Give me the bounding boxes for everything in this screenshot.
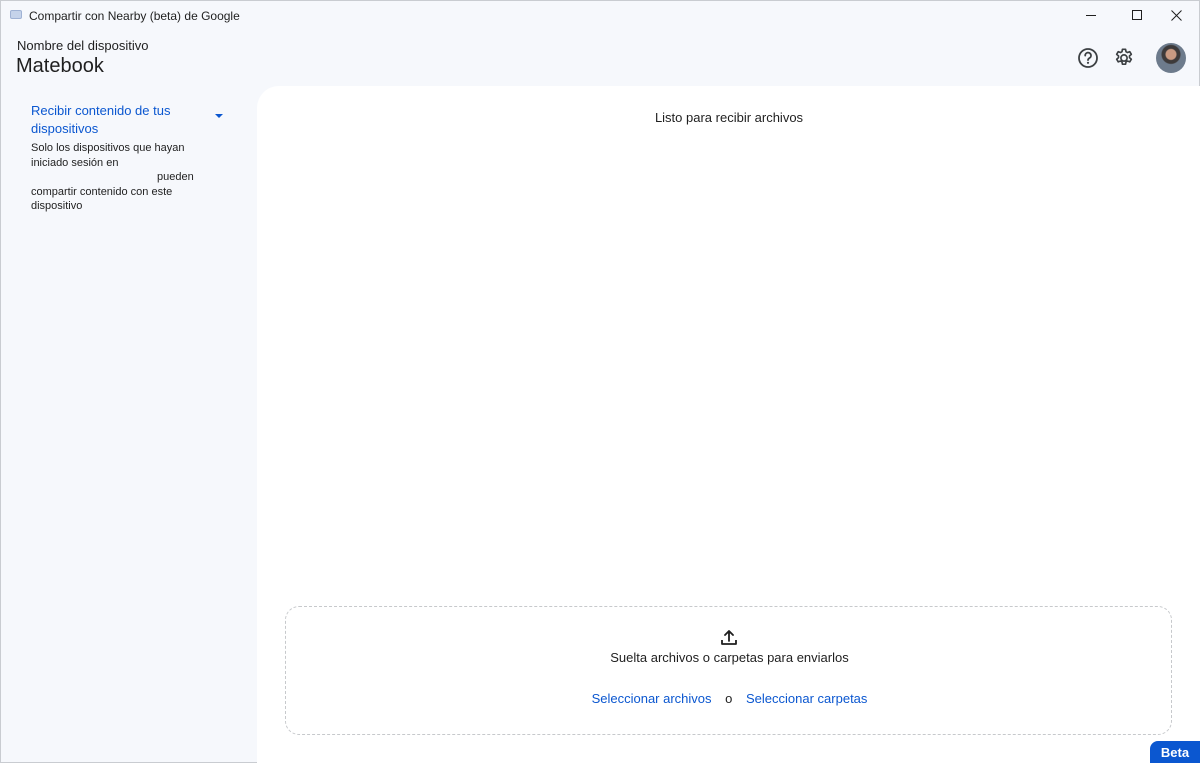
dropzone-instructions: Suelta archivos o carpetas para enviarlo… [610,650,849,665]
upload-icon [719,627,739,647]
dropzone-actions: Seleccionar archivos o Seleccionar carpe… [286,691,1173,706]
description-line: compartir contenido con este [31,185,173,198]
maximize-icon [1132,10,1142,20]
beta-badge[interactable]: Beta [1150,741,1200,763]
device-name-label: Nombre del dispositivo [17,38,149,53]
app-icon [10,10,22,19]
description-line: Solo los dispositivos que hayan [31,142,185,154]
app-window: Compartir con Nearby (beta) de Google No… [0,0,1200,763]
main-panel: Listo para recibir archivos Suelta archi… [257,86,1200,763]
gear-icon [1115,48,1133,66]
select-folders-link[interactable]: Seleccionar carpetas [746,691,867,706]
avatar[interactable] [1156,43,1186,73]
device-name[interactable]: Matebook [16,55,104,78]
or-separator: o [725,691,733,706]
file-dropzone[interactable]: Suelta archivos o carpetas para enviarlo… [285,606,1172,735]
description-line: iniciado sesión en [31,156,119,169]
chevron-down-icon[interactable] [215,114,223,118]
settings-button[interactable] [1112,46,1136,70]
title-bar[interactable]: Compartir con Nearby (beta) de Google [1,1,1199,29]
description-line: pueden [157,171,194,184]
window-title: Compartir con Nearby (beta) de Google [29,9,240,23]
close-button[interactable] [1153,1,1199,29]
sidebar-receive-title[interactable]: Recibir contenido de tus dispositivos [31,102,201,138]
description-line: dispositivo [31,200,83,213]
help-button[interactable] [1076,46,1100,70]
select-files-link[interactable]: Seleccionar archivos [592,691,712,706]
minimize-button[interactable] [1068,1,1114,29]
receive-status: Listo para recibir archivos [654,110,804,125]
sidebar-description: Solo los dispositivos que hayan iniciado… [31,141,201,214]
help-icon [1078,48,1098,68]
close-icon [1170,9,1182,21]
minimize-icon [1086,14,1096,16]
